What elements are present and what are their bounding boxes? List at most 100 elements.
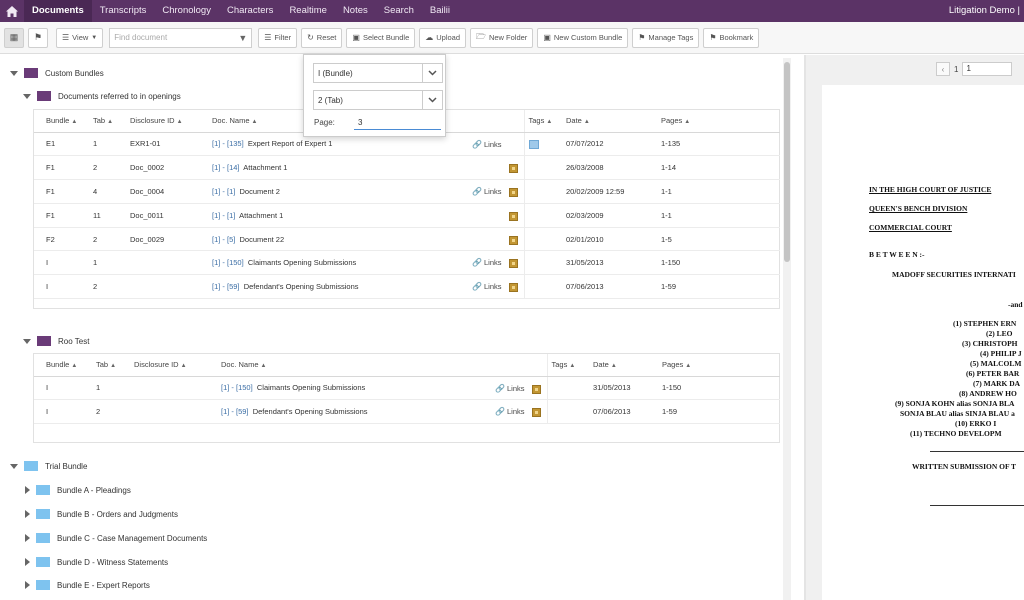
expand-caret-icon[interactable] xyxy=(25,558,30,566)
new-folder-button[interactable]: 🗁 New Folder xyxy=(470,27,534,48)
select-bundle-button[interactable]: ▣ Select Bundle xyxy=(346,27,416,48)
col-tab[interactable]: Tab ▲ xyxy=(92,354,130,377)
find-document-input[interactable]: Find document ▼ xyxy=(109,27,253,48)
notes-icon[interactable] xyxy=(508,283,518,293)
go-to-page-input[interactable]: 1 xyxy=(962,62,1013,76)
doc-name-link[interactable]: Document 22 xyxy=(240,235,285,244)
table-row[interactable]: F1 11 Doc_0011 [1] - [1] Attachment 1 02/03/… xyxy=(34,203,780,228)
expand-caret-icon[interactable] xyxy=(23,93,31,99)
tree-node-roo-test[interactable]: Roo Test xyxy=(23,333,89,349)
bundle-select[interactable]: I (Bundle) xyxy=(313,63,443,83)
nav-notes[interactable]: Notes xyxy=(335,0,376,22)
page-range-link[interactable]: [1] - [135] xyxy=(212,139,244,148)
col-date[interactable]: Date ▲ xyxy=(589,354,658,377)
folder-view-button[interactable]: ▦ xyxy=(4,27,24,48)
expand-caret-icon[interactable] xyxy=(25,510,30,518)
doc-name-link[interactable]: Expert Report of Expert 1 xyxy=(248,139,333,148)
page-range-link[interactable]: [1] - [1] xyxy=(212,187,235,196)
notes-icon[interactable] xyxy=(508,259,518,269)
table-row[interactable]: F1 4 Doc_0004 [1] - [1] Document 2 🔗 Links 20/… xyxy=(34,179,780,204)
expand-caret-icon[interactable] xyxy=(10,70,18,76)
doc-name-link[interactable]: Claimants Opening Submissions xyxy=(248,258,356,267)
home-icon[interactable] xyxy=(0,0,24,22)
col-doc-name[interactable]: Doc. Name ▲ xyxy=(217,354,547,377)
col-bundle[interactable]: Bundle ▲ xyxy=(34,354,92,377)
links-link[interactable]: 🔗 Links xyxy=(472,140,501,149)
col-tags[interactable]: Tags ▲ xyxy=(546,354,589,377)
doc-name-link[interactable]: Claimants Opening Submissions xyxy=(257,383,365,392)
notes-icon[interactable] xyxy=(531,408,541,418)
chevron-down-icon[interactable] xyxy=(422,91,442,109)
bookmark-button[interactable]: ⚑ Bookmark xyxy=(703,27,760,48)
expand-caret-icon[interactable] xyxy=(25,534,30,542)
col-disclosure-id[interactable]: Disclosure ID ▲ xyxy=(130,354,217,377)
tags-view-button[interactable]: ⚑ xyxy=(28,27,48,48)
filter-funnel-icon[interactable]: ▼ xyxy=(238,33,247,43)
nav-characters[interactable]: Characters xyxy=(219,0,281,22)
table-row[interactable]: I 1 [1] - [150] Claimants Opening Submissi… xyxy=(34,250,780,276)
tree-node-trial-bundle[interactable]: Trial Bundle xyxy=(10,458,87,474)
col-pages[interactable]: Pages ▲ xyxy=(657,110,780,133)
nav-chronology[interactable]: Chronology xyxy=(154,0,219,22)
view-dropdown[interactable]: ☰ View ▼ xyxy=(56,27,104,48)
notes-icon[interactable] xyxy=(508,188,518,198)
upload-button[interactable]: ☁ Upload xyxy=(419,27,467,48)
page-range-link[interactable]: [1] - [1] xyxy=(212,211,235,220)
notes-icon[interactable] xyxy=(508,211,518,221)
filter-button[interactable]: ☰ Filter xyxy=(258,27,298,48)
col-bundle[interactable]: Bundle ▲ xyxy=(34,110,89,133)
doc-name-link[interactable]: Defendant's Opening Submissions xyxy=(244,282,359,291)
expand-caret-icon[interactable] xyxy=(10,463,18,469)
tree-node-bundle-c[interactable]: Bundle C - Case Management Documents xyxy=(23,530,207,546)
expand-caret-icon[interactable] xyxy=(25,486,30,494)
tree-node-bundle-a[interactable]: Bundle A - Pleadings xyxy=(23,482,131,498)
doc-name-link[interactable]: Document 2 xyxy=(240,187,280,196)
col-tab[interactable]: Tab ▲ xyxy=(89,110,126,133)
col-tags[interactable]: Tags ▲ xyxy=(523,110,562,133)
manage-tags-button[interactable]: ⚑ Manage Tags xyxy=(632,27,700,48)
links-link[interactable]: 🔗 Links xyxy=(495,407,524,416)
col-date[interactable]: Date ▲ xyxy=(562,110,657,133)
nav-transcripts[interactable]: Transcripts xyxy=(92,0,155,22)
page-number-input[interactable]: 3 xyxy=(354,116,441,130)
nav-bailii[interactable]: Bailii xyxy=(422,0,458,22)
page-range-link[interactable]: [1] - [5] xyxy=(212,235,235,244)
links-link[interactable]: 🔗 Links xyxy=(495,384,524,393)
page-range-link[interactable]: [1] - [59] xyxy=(212,282,240,291)
tree-node-custom-bundles[interactable]: Custom Bundles xyxy=(10,65,104,81)
table-row[interactable]: I 1 [1] - [150] Claimants Opening Submissi… xyxy=(34,376,780,401)
doc-name-link[interactable]: Attachment 1 xyxy=(243,163,287,172)
nav-realtime[interactable]: Realtime xyxy=(281,0,335,22)
links-link[interactable]: 🔗 Links xyxy=(472,282,501,291)
doc-name-link[interactable]: Defendant's Opening Submissions xyxy=(253,407,368,416)
col-disclosure-id[interactable]: Disclosure ID ▲ xyxy=(126,110,208,133)
new-custom-bundle-button[interactable]: ▣ New Custom Bundle xyxy=(537,27,629,48)
page-range-link[interactable]: [1] - [150] xyxy=(212,258,244,267)
tag-icon[interactable] xyxy=(528,139,539,149)
page-range-link[interactable]: [1] - [150] xyxy=(221,383,253,392)
table-row[interactable]: I 2 [1] - [59] Defendant's Opening Submiss… xyxy=(34,399,780,425)
case-name[interactable]: Litigation Demo | xyxy=(949,0,1020,22)
links-link[interactable]: 🔗 Links xyxy=(472,187,501,196)
prev-page-button[interactable]: ‹ xyxy=(936,62,950,76)
table-row[interactable]: I 2 [1] - [59] Defendant's Opening Submiss… xyxy=(34,274,780,300)
table-row[interactable]: F1 2 Doc_0002 [1] - [14] Attachment 1 26/03/… xyxy=(34,155,780,181)
nav-search[interactable]: Search xyxy=(376,0,422,22)
page-range-link[interactable]: [1] - [59] xyxy=(221,407,249,416)
notes-icon[interactable] xyxy=(508,235,518,245)
tree-node-bundle-e[interactable]: Bundle E - Expert Reports xyxy=(23,577,150,593)
expand-caret-icon[interactable] xyxy=(23,338,31,344)
tab-select[interactable]: 2 (Tab) xyxy=(313,90,443,110)
links-link[interactable]: 🔗 Links xyxy=(472,258,501,267)
tree-node-bundle-d[interactable]: Bundle D - Witness Statements xyxy=(23,554,168,570)
tree-node-docs-in-openings[interactable]: Documents referred to in openings xyxy=(23,88,181,104)
notes-icon[interactable] xyxy=(508,164,518,174)
nav-documents[interactable]: Documents xyxy=(24,0,92,22)
expand-caret-icon[interactable] xyxy=(25,581,30,589)
doc-name-link[interactable]: Attachment 1 xyxy=(239,211,283,220)
col-pages[interactable]: Pages ▲ xyxy=(658,354,780,377)
notes-icon[interactable] xyxy=(531,384,541,394)
page-range-link[interactable]: [1] - [14] xyxy=(212,163,240,172)
tree-node-bundle-b[interactable]: Bundle B - Orders and Judgments xyxy=(23,506,178,522)
chevron-down-icon[interactable] xyxy=(422,64,442,82)
